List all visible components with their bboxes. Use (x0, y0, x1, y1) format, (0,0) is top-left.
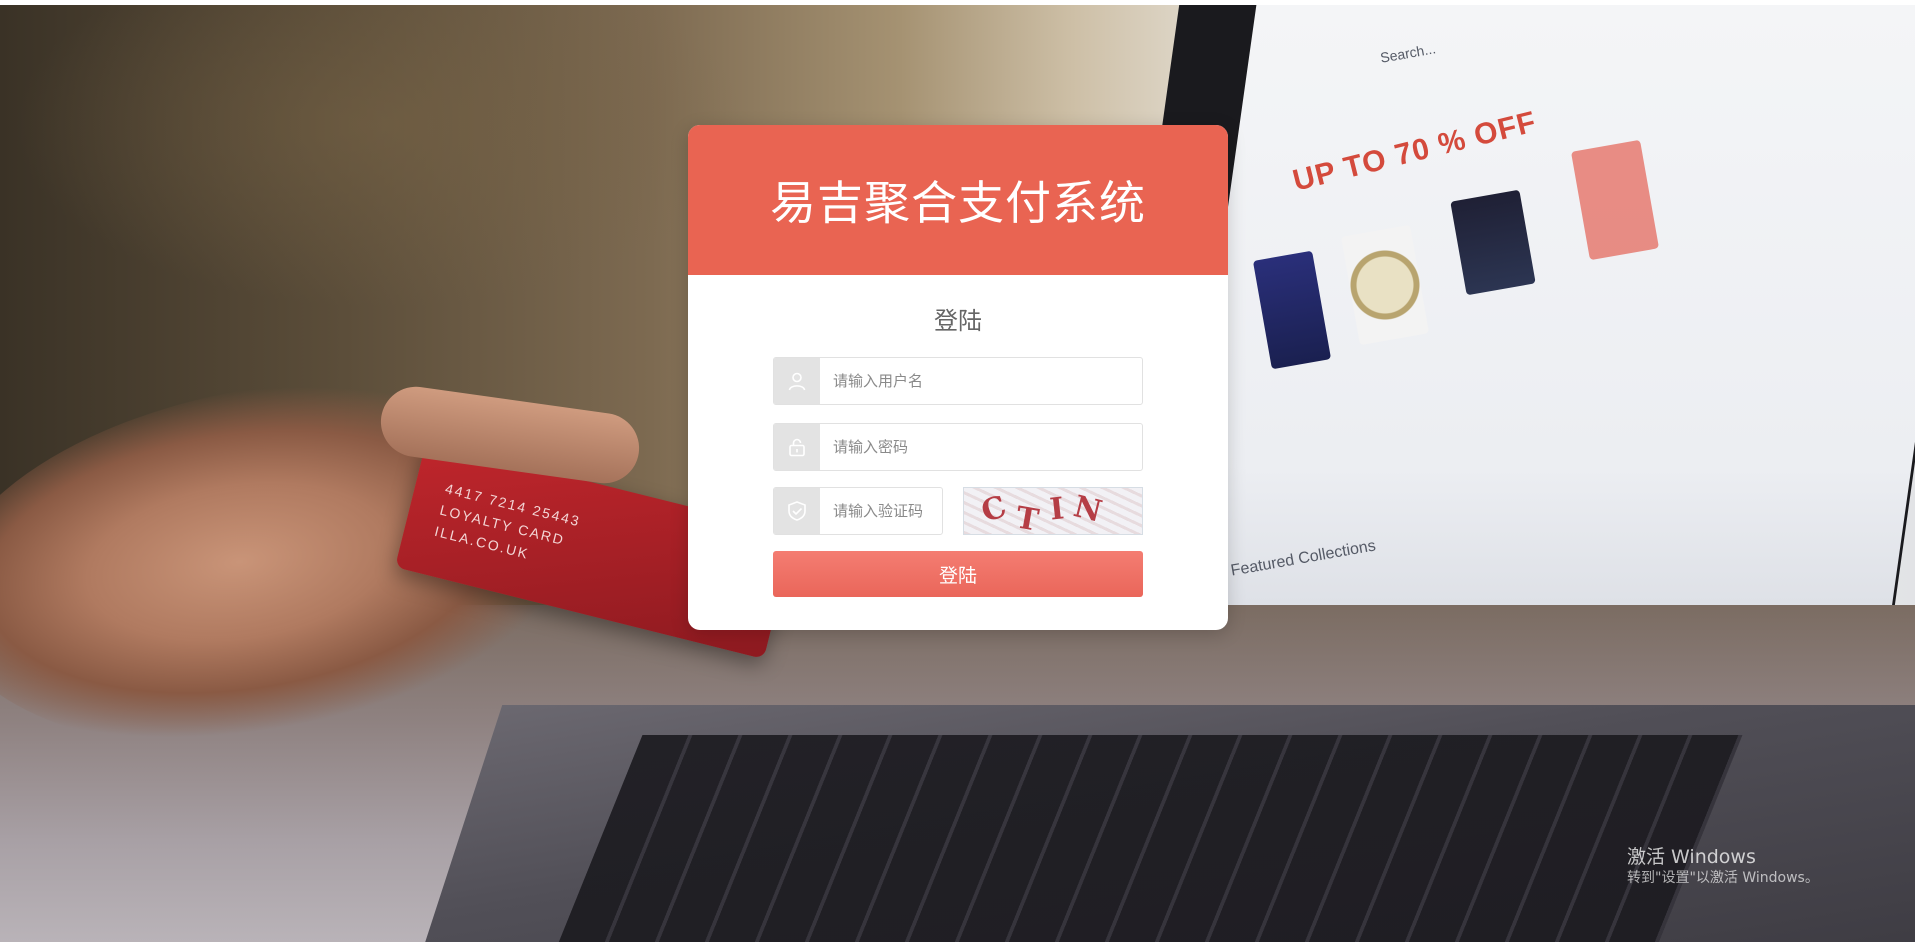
captcha-row: C T I N (773, 487, 1143, 535)
shield-check-icon (774, 488, 820, 534)
login-card: 易吉聚合支付系统 登陆 请输入用户名 请输入验证码 C T I N 登陆 (688, 125, 1228, 630)
captcha-char: N (1070, 489, 1106, 530)
top-strip (0, 0, 1915, 5)
user-icon (774, 358, 820, 404)
captcha-input[interactable] (820, 488, 942, 534)
watermark-title: 激活 Windows (1627, 846, 1756, 868)
watermark-subtitle: 转到"设置"以激活 Windows。 (1627, 870, 1819, 886)
login-button[interactable]: 登陆 (773, 551, 1143, 597)
username-field (773, 357, 1143, 405)
captcha-char: C (977, 489, 1011, 530)
login-card-header: 易吉聚合支付系统 (688, 125, 1228, 275)
captcha-char: T (1013, 500, 1042, 535)
login-page: Search... UP TO 70 % OFF Featured Collec… (0, 0, 1915, 942)
username-input[interactable] (820, 358, 1142, 404)
captcha-char: I (1048, 491, 1066, 528)
login-card-body: 登陆 请输入用户名 请输入验证码 C T I N 登陆 (688, 303, 1228, 597)
captcha-field (773, 487, 943, 535)
login-form-title: 登陆 (934, 307, 982, 335)
captcha-image[interactable]: C T I N (963, 487, 1143, 535)
password-input[interactable] (820, 424, 1142, 470)
laptop-keyboard (557, 735, 1743, 942)
password-field (773, 423, 1143, 471)
windows-activation-watermark: 激活 Windows 转到"设置"以激活 Windows。 (1627, 845, 1819, 887)
system-title: 易吉聚合支付系统 (770, 176, 1146, 230)
lock-icon (774, 424, 820, 470)
credit-card-text: 4417 7214 25443 LOYALTY CARD ILLA.CO.UK (432, 477, 583, 575)
